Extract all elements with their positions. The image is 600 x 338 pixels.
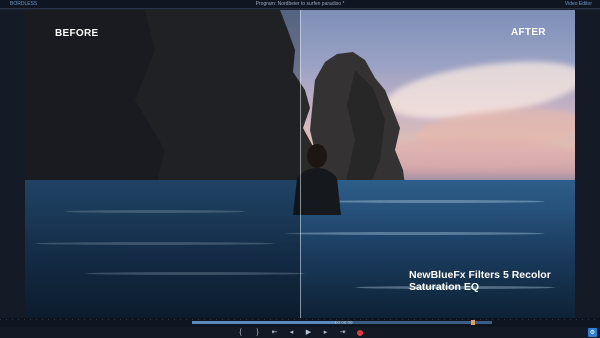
filter-caption: NewBlueFx Filters 5 Recolor Saturation E…	[409, 269, 569, 293]
caption-line-2: Saturation EQ	[409, 281, 480, 293]
left-panel-gutter	[0, 10, 25, 318]
timeline-scrubber[interactable]: 00:00:00	[0, 318, 600, 327]
settings-icon: ⚙	[589, 330, 596, 336]
record-button[interactable]	[355, 328, 364, 337]
play-button[interactable]: ▶	[304, 328, 313, 337]
mark-out-icon: }	[256, 329, 259, 336]
mark-in-button[interactable]: {	[236, 328, 245, 337]
record-icon	[356, 329, 363, 336]
timeline-progress	[192, 321, 336, 324]
program-monitor[interactable]: BEFORE AFTER NewBlueFx Filters 5 Recolor…	[25, 10, 575, 318]
window-title: Program: Nordbeier to surfen paradiso *	[255, 1, 345, 7]
timeline-ticks	[0, 319, 600, 320]
caption-line-1: NewBlueFx Filters 5 Recolor	[409, 269, 551, 281]
step-forward-button[interactable]: ▸	[321, 328, 330, 337]
transport-controls: {} ⇤ ◂ ▶ ▸ ⇥	[0, 327, 600, 338]
mark-out-button[interactable]: }	[253, 328, 262, 337]
before-overlay	[25, 10, 300, 318]
settings-button[interactable]: ⚙	[588, 328, 597, 337]
panel-label[interactable]: Video Editor	[565, 0, 592, 9]
go-to-out-icon: ⇥	[339, 329, 346, 336]
step-back-button[interactable]: ◂	[287, 328, 296, 337]
step-forward-icon: ▸	[323, 329, 328, 336]
after-label: AFTER	[511, 27, 546, 38]
go-to-out-button[interactable]: ⇥	[338, 328, 347, 337]
title-bar: BORDLESS Program: Nordbeier to surfen pa…	[0, 0, 600, 9]
timecode: 00:00:00	[335, 320, 353, 325]
play-icon: ▶	[305, 329, 312, 336]
right-panel-gutter	[575, 10, 600, 318]
in-point-marker[interactable]	[471, 320, 475, 325]
step-back-icon: ◂	[289, 329, 294, 336]
split-divider[interactable]	[300, 10, 301, 318]
go-to-in-button[interactable]: ⇤	[270, 328, 279, 337]
mark-in-icon: {	[239, 329, 242, 336]
go-to-in-icon: ⇤	[271, 329, 278, 336]
before-label: BEFORE	[55, 28, 99, 39]
surfer-head	[307, 144, 327, 168]
